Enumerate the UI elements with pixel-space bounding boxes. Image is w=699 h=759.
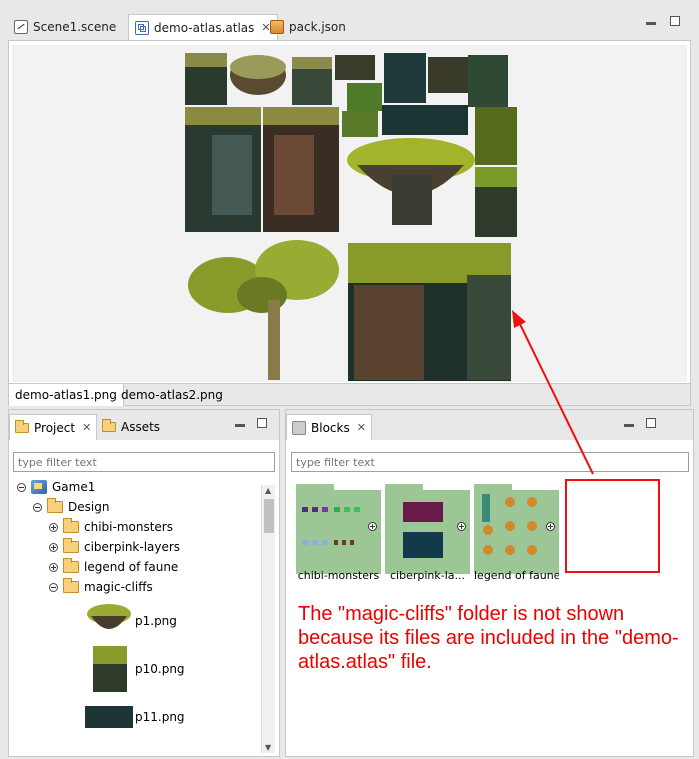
annotation-text: The "magic-cliffs" folder is not shown b… bbox=[298, 603, 679, 673]
